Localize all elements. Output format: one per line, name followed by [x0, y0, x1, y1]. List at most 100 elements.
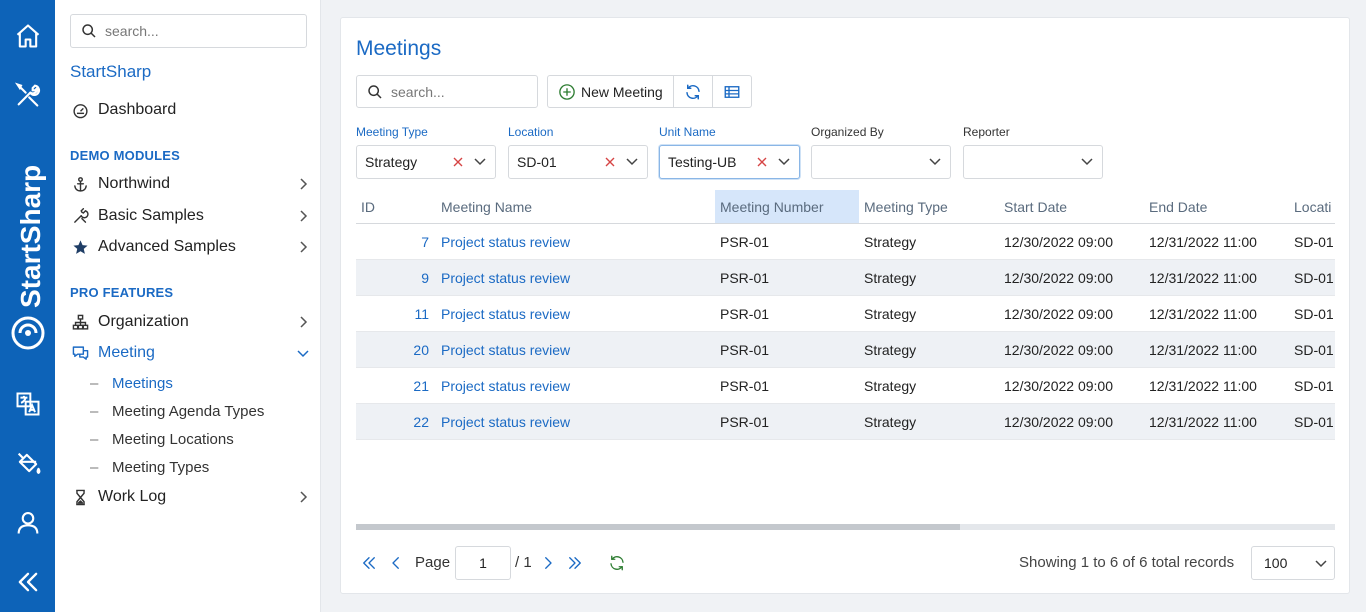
chevron-right-icon	[296, 240, 310, 254]
chevron-down-icon[interactable]	[1078, 153, 1096, 171]
user-icon[interactable]	[0, 503, 55, 543]
cell-start-date: 12/30/2022 09:00	[1004, 413, 1113, 430]
first-page-icon[interactable]	[358, 552, 380, 574]
cell-meeting-name[interactable]: Project status review	[436, 296, 715, 331]
table-row[interactable]: 11 Project status review PSR-01 Strategy 12/…	[356, 296, 1335, 332]
cell-meeting-name[interactable]: Project status review	[436, 260, 715, 295]
table-row[interactable]: 20 Project status review PSR-01 Strategy 12/…	[356, 332, 1335, 368]
previous-page-icon[interactable]	[385, 552, 407, 574]
section-demo-modules: DEMO MODULES	[70, 148, 181, 163]
sidebar-search[interactable]	[70, 14, 307, 48]
filter-label: Location	[508, 125, 554, 139]
chevron-down-icon[interactable]	[926, 153, 944, 171]
cell-meeting-number: PSR-01	[720, 269, 770, 286]
column-picker-button[interactable]	[713, 76, 751, 107]
filter-location-select[interactable]: SD-01	[508, 145, 648, 179]
cell-id[interactable]: 21	[356, 368, 429, 403]
table-row[interactable]: 7 Project status review PSR-01 Strategy 12/3…	[356, 224, 1335, 260]
cell-meeting-name[interactable]: Project status review	[436, 332, 715, 367]
filter-unit-name-select[interactable]: Testing-UB	[659, 145, 800, 179]
sub-dash: –	[90, 430, 99, 448]
filter-value: Strategy	[365, 154, 418, 170]
chevron-down-icon[interactable]	[775, 153, 793, 171]
column-header-start-date[interactable]: Start Date	[999, 190, 1144, 223]
sidebar-item-organization[interactable]: Organization	[70, 309, 310, 335]
column-header-location[interactable]: Locati	[1289, 190, 1335, 223]
clear-icon[interactable]	[755, 155, 769, 169]
page-size-value: 100	[1264, 555, 1288, 571]
filter-reporter-select[interactable]	[963, 145, 1103, 179]
collapse-sidebar-icon[interactable]	[0, 562, 55, 602]
filter-organized-by-select[interactable]	[811, 145, 951, 179]
chevron-down-icon[interactable]	[471, 153, 489, 171]
cell-start-date: 12/30/2022 09:00	[1004, 269, 1113, 286]
cell-meeting-number: PSR-01	[720, 413, 770, 430]
column-header-meeting-type[interactable]: Meeting Type	[859, 190, 999, 223]
table-row[interactable]: 22 Project status review PSR-01 Strategy 12/…	[356, 404, 1335, 440]
cell-meeting-name[interactable]: Project status review	[436, 404, 715, 439]
chevron-down-icon[interactable]	[623, 153, 641, 171]
chevron-down-icon	[1314, 556, 1328, 573]
grid-search[interactable]	[356, 75, 538, 108]
grid-search-input[interactable]	[391, 83, 531, 100]
filter-value: SD-01	[517, 154, 557, 170]
translate-icon[interactable]	[0, 384, 55, 424]
new-meeting-button[interactable]: New Meeting	[548, 76, 674, 107]
clear-icon[interactable]	[451, 155, 465, 169]
horizontal-scrollbar[interactable]	[356, 524, 1335, 530]
tools-icon[interactable]	[0, 75, 55, 115]
column-header-meeting-name[interactable]: Meeting Name	[436, 190, 715, 223]
sidebar-subitem-meeting-agenda-types[interactable]: – Meeting Agenda Types	[90, 399, 264, 423]
sidebar-item-label: Northwind	[98, 175, 171, 192]
cell-meeting-name[interactable]: Project status review	[436, 224, 715, 259]
sidebar-subitem-meeting-types[interactable]: – Meeting Types	[90, 455, 209, 479]
sidebar-item-work-log[interactable]: Work Log	[70, 484, 310, 510]
sidebar-item-dashboard[interactable]: Dashboard	[70, 97, 310, 123]
next-page-icon[interactable]	[537, 552, 559, 574]
home-icon[interactable]	[0, 16, 55, 56]
cell-id[interactable]: 11	[356, 296, 429, 331]
sidebar-item-label: Basic Samples	[98, 207, 204, 224]
column-header-id[interactable]: ID	[356, 190, 436, 223]
sidebar-item-advanced-samples[interactable]: Advanced Samples	[70, 234, 310, 260]
sidebar-item-northwind[interactable]: Northwind	[70, 171, 310, 197]
sidebar-title[interactable]: StartSharp	[70, 62, 151, 82]
sidebar-subitem-meetings[interactable]: – Meetings	[90, 371, 173, 395]
chevron-right-icon	[296, 209, 310, 223]
page-number-input[interactable]	[455, 546, 511, 580]
cell-id[interactable]: 7	[356, 224, 429, 259]
cell-end-date: 12/31/2022 11:00	[1149, 377, 1257, 394]
sidebar-subitem-label: Meetings	[112, 374, 173, 392]
toolbar: New Meeting	[547, 75, 752, 108]
sidebar-item-basic-samples[interactable]: Basic Samples	[70, 203, 310, 229]
sidebar-item-meeting[interactable]: Meeting	[70, 340, 310, 366]
sidebar-search-input[interactable]	[105, 23, 295, 39]
sidebar-subitem-label: Meeting Types	[112, 458, 210, 476]
last-page-icon[interactable]	[564, 552, 586, 574]
cell-id[interactable]: 22	[356, 404, 429, 439]
cell-end-date: 12/31/2022 11:00	[1149, 341, 1257, 358]
reload-icon[interactable]	[606, 552, 628, 574]
cell-location: SD-01	[1294, 413, 1334, 430]
paint-bucket-icon[interactable]	[0, 443, 55, 483]
column-header-end-date[interactable]: End Date	[1144, 190, 1289, 223]
scrollbar-thumb[interactable]	[356, 524, 960, 530]
cell-start-date: 12/30/2022 09:00	[1004, 341, 1113, 358]
cell-meeting-type: Strategy	[864, 305, 917, 322]
cell-id[interactable]: 9	[356, 260, 429, 295]
page-size-select[interactable]: 100	[1251, 546, 1335, 580]
cell-id[interactable]: 20	[356, 332, 429, 367]
chevron-right-icon	[296, 490, 310, 504]
refresh-button[interactable]	[674, 76, 713, 107]
filter-value: Testing-UB	[668, 154, 737, 170]
cell-meeting-number: PSR-01	[720, 305, 770, 322]
sidebar-subitem-meeting-locations[interactable]: – Meeting Locations	[90, 427, 234, 451]
table-row[interactable]: 21 Project status review PSR-01 Strategy 12/…	[356, 368, 1335, 404]
sidebar-subitem-label: Meeting Agenda Types	[112, 402, 265, 420]
cell-meeting-name[interactable]: Project status review	[436, 368, 715, 403]
clear-icon[interactable]	[603, 155, 617, 169]
table-row[interactable]: 9 Project status review PSR-01 Strategy 12/3…	[356, 260, 1335, 296]
column-header-meeting-number[interactable]: Meeting Number	[715, 190, 859, 223]
refresh-icon	[685, 84, 700, 99]
filter-meeting-type-select[interactable]: Strategy	[356, 145, 496, 179]
